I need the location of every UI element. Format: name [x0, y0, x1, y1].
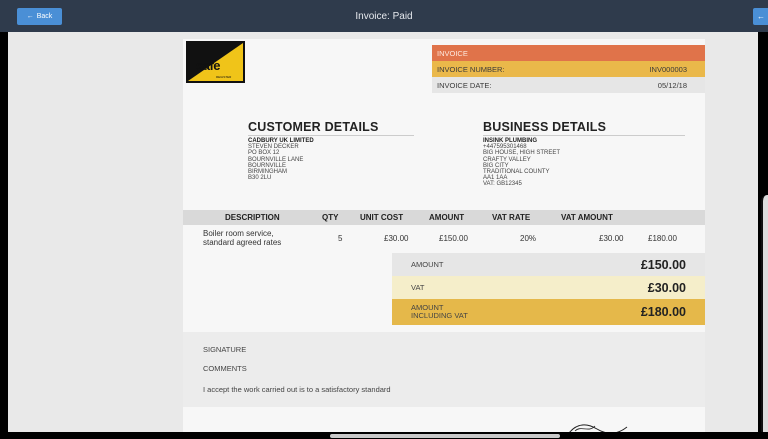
invoice-heading: INVOICE [437, 48, 468, 58]
business-address: INSINK PLUMBING +447595301468 BIG HOUSE,… [483, 138, 560, 188]
business-divider [483, 135, 685, 136]
vat-value: £30.00 [647, 280, 686, 295]
grand-total-value: £180.00 [640, 305, 686, 319]
item-description-line: Boiler room service, [203, 229, 274, 238]
item-description: Boiler room service, standard agreed rat… [203, 229, 281, 247]
table-row: Boiler room service, standard agreed rat… [183, 225, 705, 252]
grand-total-label: AMOUNT INCLUDING VAT [411, 304, 468, 320]
invoice-number-value: INV000003 [649, 64, 687, 74]
item-qty: 5 [338, 234, 343, 243]
customer-line: B30 2LU [248, 175, 272, 182]
vat-label: VAT [411, 282, 425, 292]
business-line: VAT: GB12345 [483, 181, 522, 188]
item-description-line: standard agreed rates [203, 238, 282, 247]
invoice-document: safe REGISTER INVOICE INVOICE NUMBER: IN… [183, 39, 705, 432]
column-header-amount: AMOUNT [429, 213, 465, 222]
logo-subtext: REGISTER [216, 75, 232, 79]
invoice-number-row: INVOICE NUMBER: INV000003 [432, 61, 705, 77]
amount-value: £150.00 [640, 257, 686, 272]
item-vat-amount: £30.00 [599, 234, 624, 243]
customer-details-heading: CUSTOMER DETAILS [248, 120, 379, 134]
gas-safe-logo: safe REGISTER [186, 41, 245, 83]
grand-total-label-line: INCLUDING VAT [411, 311, 468, 320]
invoice-summary: INVOICE INVOICE NUMBER: INV000003 INVOIC… [432, 45, 705, 93]
invoice-heading-row: INVOICE [432, 45, 705, 61]
items-table-header: DESCRIPTION QTY UNIT COST AMOUNT VAT RAT… [183, 210, 705, 225]
column-header-vat-amount: VAT AMOUNT [561, 213, 613, 222]
forward-button[interactable]: ← [753, 8, 768, 25]
column-header-unit-cost: UNIT COST [360, 213, 404, 222]
device-edge [761, 195, 768, 435]
customer-divider [248, 135, 414, 136]
item-amount: £150.00 [439, 234, 468, 243]
column-header-qty: QTY [322, 213, 339, 222]
comment-text: I accept the work carried out is to a sa… [203, 385, 391, 394]
signature-label: SIGNATURE [203, 345, 247, 354]
amount-total-row: AMOUNT £150.00 [392, 253, 705, 276]
signature-scribble [569, 424, 628, 432]
column-header-vat-rate: VAT RATE [492, 213, 531, 222]
business-details-heading: BUSINESS DETAILS [483, 120, 607, 134]
column-header-description: DESCRIPTION [225, 213, 280, 222]
invoice-number-label: INVOICE NUMBER: [437, 64, 505, 74]
vat-total-row: VAT £30.00 [392, 276, 705, 299]
item-vat-rate: 20% [520, 234, 537, 243]
page-title: Invoice: Paid [355, 10, 413, 22]
home-indicator[interactable] [330, 434, 560, 438]
comments-label: COMMENTS [203, 364, 247, 373]
invoice-date-row: INVOICE DATE: 05/12/18 [432, 77, 705, 93]
item-unit-cost: £30.00 [384, 234, 409, 243]
item-total: £180.00 [648, 234, 677, 243]
amount-label: AMOUNT [411, 259, 444, 269]
arrow-right-icon: ← [757, 12, 765, 21]
business-line: BIG HOUSE, HIGH STREET [483, 150, 561, 157]
customer-address: CADBURY UK LIMITED STEVEN DECKER PO BOX … [248, 138, 314, 181]
signature-section [183, 332, 705, 407]
invoice-date-value: 05/12/18 [657, 80, 687, 90]
invoice-date-label: INVOICE DATE: [437, 80, 492, 90]
grand-total-row: AMOUNT INCLUDING VAT £180.00 [392, 299, 705, 325]
logo-text: safe [196, 58, 221, 73]
